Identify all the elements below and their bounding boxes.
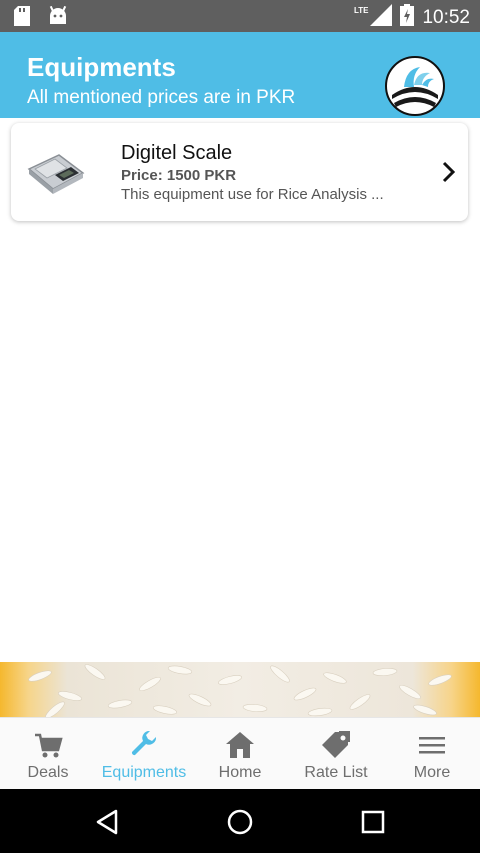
- nav-item-home[interactable]: Home: [192, 718, 288, 789]
- nav-label-rate-list: Rate List: [304, 764, 368, 781]
- sd-card-icon: [14, 6, 30, 31]
- system-navigation-bar: [0, 789, 480, 853]
- equipment-name: Digitel Scale: [121, 142, 233, 164]
- android-icon: [48, 5, 68, 31]
- cart-icon: [33, 730, 63, 760]
- nav-item-more[interactable]: More: [384, 718, 480, 789]
- page-header: Equipments All mentioned prices are in P…: [0, 32, 480, 118]
- rice-banner-image: [0, 662, 480, 717]
- equipment-price: Price: 1500 PKR: [121, 167, 237, 184]
- nav-item-equipments[interactable]: Equipments: [96, 718, 192, 789]
- page-subtitle: All mentioned prices are in PKR: [27, 87, 296, 108]
- nav-label-more: More: [413, 764, 451, 781]
- tag-icon: [321, 730, 351, 760]
- battery-charging-icon: [400, 4, 415, 31]
- status-bar: LTE 10:52: [0, 0, 480, 32]
- page-title: Equipments: [27, 52, 176, 82]
- signal-icon: [370, 4, 393, 31]
- network-type: LTE: [353, 6, 369, 15]
- equipment-description: This equipment use for Rice Analysis ...: [121, 186, 384, 203]
- equipment-thumbnail: [25, 147, 87, 197]
- nav-label-home: Home: [218, 764, 262, 781]
- home-icon: [225, 730, 255, 760]
- clock: 10:52: [422, 6, 470, 28]
- chevron-right-icon[interactable]: [440, 161, 458, 183]
- nav-item-deals[interactable]: Deals: [0, 718, 96, 789]
- nav-item-rate-list[interactable]: Rate List: [288, 718, 384, 789]
- bottom-navigation: Deals Equipments Home Rate List More: [0, 717, 480, 789]
- equipment-card[interactable]: Digitel Scale Price: 1500 PKR This equip…: [11, 123, 468, 221]
- wrench-icon: [129, 730, 159, 760]
- app-logo: [384, 55, 446, 117]
- nav-label-deals: Deals: [27, 764, 69, 781]
- home-button-icon[interactable]: [225, 807, 255, 837]
- back-icon[interactable]: [92, 807, 122, 837]
- recents-icon[interactable]: [358, 807, 388, 837]
- nav-label-equipments: Equipments: [101, 764, 187, 781]
- menu-icon: [417, 730, 447, 760]
